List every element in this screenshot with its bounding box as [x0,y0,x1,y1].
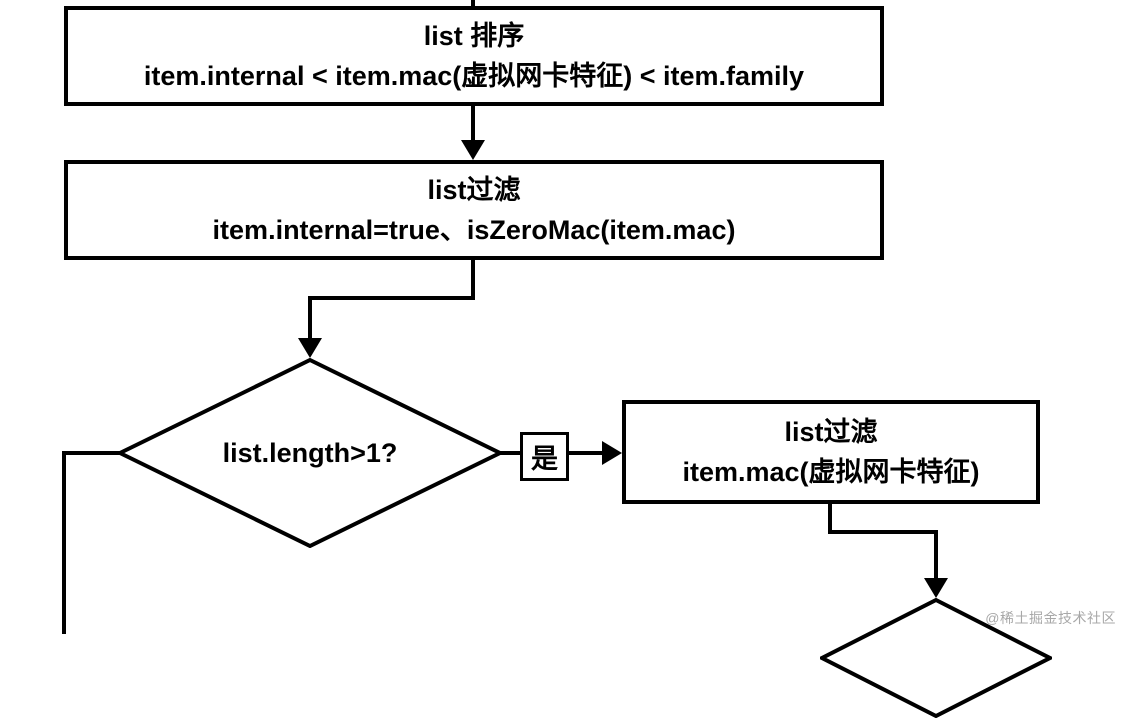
node-filter1: list过滤 item.internal=true、isZeroMac(item… [64,160,884,260]
connector-filter1-to-diamond [308,296,312,340]
arrowhead-to-diamond [298,338,322,358]
connector-filter1-left [308,296,475,300]
connector-decision-no-left [62,451,120,455]
connector-sort-to-filter1 [471,106,475,142]
node-decision-length: list.length>1? [118,358,502,548]
connector-filter2-right [828,530,938,534]
node-filter2-title: list过滤 [784,412,877,453]
node-filter2: list过滤 item.mac(虚拟网卡特征) [622,400,1040,504]
node-filter1-title: list过滤 [427,170,520,211]
watermark: @稀土掘金技术社区 [985,608,1116,628]
node-sort-title: list 排序 [424,16,525,57]
edge-label-yes: 是 [520,432,569,481]
node-decision-label: list.length>1? [118,358,502,548]
connector-filter2-down2 [934,530,938,580]
node-sort: list 排序 item.internal < item.mac(虚拟网卡特征)… [64,6,884,106]
node-filter2-detail: item.mac(虚拟网卡特征) [682,452,979,493]
connector-decision-no-down [62,451,66,634]
connector-filter1-down [471,260,475,300]
arrowhead-filter2-down [924,578,948,598]
node-sort-detail: item.internal < item.mac(虚拟网卡特征) < item.… [144,56,804,97]
node-filter1-detail: item.internal=true、isZeroMac(item.mac) [213,210,736,251]
arrowhead-decision-yes [602,441,622,465]
arrowhead-sort-to-filter1 [461,140,485,160]
